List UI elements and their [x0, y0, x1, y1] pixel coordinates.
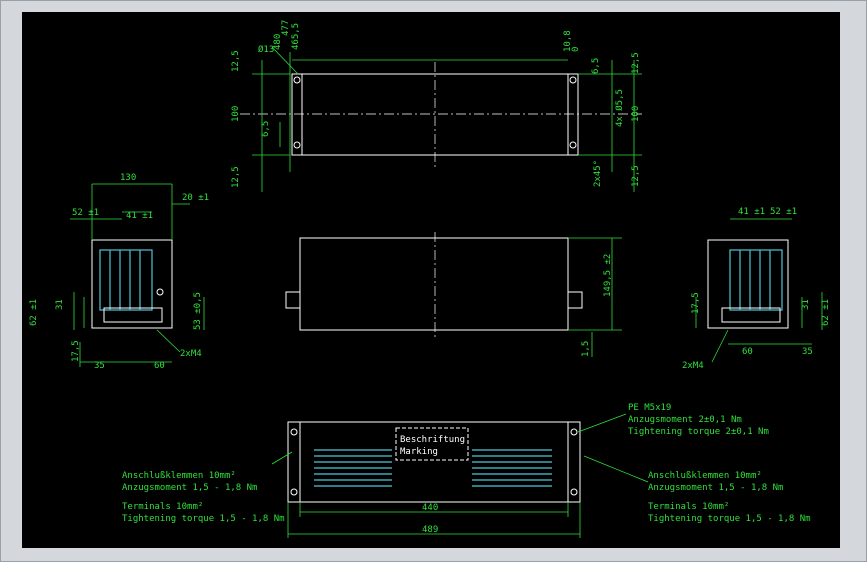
dim-12-5-right-bottom: 12,5 [631, 165, 641, 187]
dim-2xm4: 2xM4 [180, 349, 202, 359]
dim-440: 440 [422, 503, 438, 513]
dim-52: 52 ±1 [72, 208, 99, 218]
top-view-flange-left [291, 73, 303, 156]
dim-2x45: 2x45° [593, 160, 603, 187]
left-side-view: 130 52 ±1 41 ±1 20 ±1 62 ±1 31 17,5 53 ±… [29, 173, 209, 371]
dim-149-5: 149,5 ±2 [603, 254, 613, 297]
mount-hole-icon [569, 76, 577, 84]
right-view-body [707, 239, 789, 329]
dim-31: 31 [55, 299, 65, 310]
note-left-terminals-en: Terminals 10mm² [122, 502, 203, 512]
dim-0: 0 [571, 47, 581, 52]
top-view: Ø13 477 480 465,5 12,5 100 6,5 12,5 10,8… [231, 20, 642, 192]
note-right-torque-de: Anzugsmoment 1,5 - 1,8 Nm [648, 483, 783, 493]
dim-12-5-bottom: 12,5 [231, 166, 241, 188]
dim-480: 480 [273, 34, 283, 50]
dim-1-5: 1,5 [581, 341, 591, 357]
dim-489: 489 [422, 525, 438, 535]
front-view: 149,5 ±2 1,5 [285, 232, 622, 357]
dim-6-5-left: 6,5 [261, 121, 271, 137]
note-left-torque-en: Tightening torque 1,5 - 1,8 Nm [122, 514, 285, 524]
mount-hole-icon [293, 76, 301, 84]
dim-62: 62 ±1 [29, 299, 39, 326]
right-view-terminal-block [729, 249, 783, 311]
note-left-torque-de: Anzugsmoment 1,5 - 1,8 Nm [122, 483, 257, 493]
front-view-bracket-left [285, 291, 301, 309]
dim-12-5-top: 12,5 [231, 50, 241, 72]
dim-20: 20 ±1 [182, 193, 209, 203]
front-view-bracket-right [567, 291, 583, 309]
dim-17-5: 17,5 [71, 340, 81, 362]
dim-31-right: 31 [801, 299, 811, 310]
note-pe-torque-en: Tightening torque 2±0,1 Nm [628, 427, 769, 437]
note-pe-torque-de: Anzugsmoment 2±0,1 Nm [628, 415, 742, 425]
note-right-terminals-en: Terminals 10mm² [648, 502, 729, 512]
left-view-terminal-block [99, 249, 153, 311]
mount-hole-icon [293, 141, 301, 149]
dim-62-right: 62 ±1 [821, 299, 831, 326]
label-beschriftung: Beschriftung [400, 435, 465, 445]
note-left-terminals-de: Anschlußklemmen 10mm² [122, 471, 236, 481]
note-right-terminals-de: Anschlußklemmen 10mm² [648, 471, 762, 481]
cad-viewport[interactable]: Ø13 477 480 465,5 12,5 100 6,5 12,5 10,8… [22, 12, 840, 548]
dim-465: 465,5 [291, 23, 301, 50]
note-right-torque-en: Tightening torque 1,5 - 1,8 Nm [648, 514, 811, 524]
dim-100-left: 100 [231, 106, 241, 122]
dim-53: 53 ±0,5 [193, 292, 203, 330]
drawing-canvas: Ø13 477 480 465,5 12,5 100 6,5 12,5 10,8… [29, 20, 831, 538]
dim-52-right: 52 ±1 [770, 207, 797, 217]
label-marking: Marking [400, 447, 438, 457]
mount-hole-icon [569, 141, 577, 149]
dim-41: 41 ±1 [126, 211, 153, 221]
dim-477: 477 [281, 20, 291, 36]
bottom-view: Beschriftung Marking 440 489 PE M5x19 An… [122, 403, 811, 538]
dim-60-right: 60 [742, 347, 753, 357]
dim-130: 130 [120, 173, 136, 183]
pe-screw-icon [156, 288, 164, 296]
dim-12-5-right: 12,5 [631, 52, 641, 74]
top-view-flange-right [567, 73, 579, 156]
dim-2xm4-right: 2xM4 [682, 361, 704, 371]
right-side-view: 41 ±1 52 ±1 17,5 31 62 ±1 60 35 2xM4 [682, 207, 831, 371]
dim-100-right: 100 [631, 106, 641, 122]
note-pe: PE M5x19 [628, 403, 671, 413]
dim-17-5-right: 17,5 [691, 292, 701, 314]
dim-phi13: Ø13 [258, 44, 274, 55]
dim-holes: 4x Ø5,5 [614, 89, 625, 127]
dim-60: 60 [154, 361, 165, 371]
front-view-body [299, 237, 569, 331]
dim-35: 35 [94, 361, 105, 371]
dim-6-5-right: 6,5 [591, 58, 601, 74]
dim-35-right: 35 [802, 347, 813, 357]
dim-41-right: 41 ±1 [738, 207, 765, 217]
